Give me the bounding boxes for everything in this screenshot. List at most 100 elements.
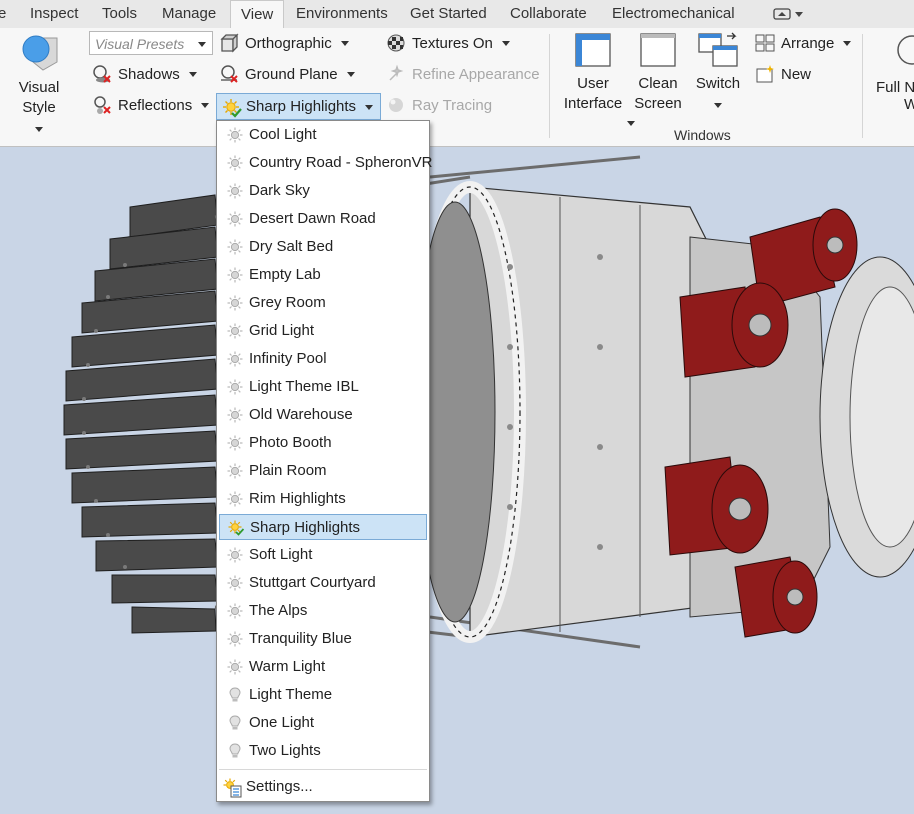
windows-group-label: Windows [674, 127, 731, 143]
menu-item-settings[interactable]: Settings... [219, 774, 427, 800]
sun-icon [227, 267, 243, 283]
chevron-down-icon [714, 103, 722, 108]
refine-appearance-label: Refine Appearance [412, 65, 540, 83]
textures-label: Textures On [412, 34, 493, 52]
menu-item-label: Grey Room [249, 294, 326, 311]
chevron-down-icon [201, 102, 210, 108]
full-navigation-wheel-button[interactable]: Full N W [876, 32, 914, 113]
chevron-down-icon [198, 42, 206, 47]
visual-style-button[interactable]: Visual Style [0, 32, 78, 138]
reflections-icon [94, 96, 111, 114]
user-interface-label-1: User [577, 75, 609, 92]
sun-check-icon [228, 520, 244, 536]
menu-item-label: Plain Room [249, 462, 327, 479]
menu-item-label: Stuttgart Courtyard [249, 574, 376, 591]
tab-tools[interactable]: Tools [102, 0, 137, 28]
menu-item-two-lights[interactable]: Two Lights [219, 738, 427, 764]
settings-icon [223, 778, 242, 798]
sun-icon [227, 547, 243, 563]
orthographic-label: Orthographic [245, 34, 332, 52]
chevron-down-icon [365, 105, 373, 110]
menu-item-label: Soft Light [249, 546, 313, 563]
menu-item-label: Light Theme IBL [249, 378, 359, 395]
clean-screen-label-1: Clean [638, 75, 678, 92]
ribbon-separator [862, 34, 863, 138]
engine-assembly-model [63, 155, 914, 649]
menu-item-plain-room[interactable]: Plain Room [219, 458, 427, 484]
ground-plane-button[interactable]: Ground Plane [219, 64, 355, 84]
ribbon-display-options[interactable] [772, 0, 806, 28]
textures-button[interactable]: Textures On [386, 33, 510, 53]
full-nav-label-1: Full N [876, 79, 914, 96]
chevron-down-icon[interactable] [627, 121, 635, 126]
menu-item-empty-lab[interactable]: Empty Lab [219, 262, 427, 288]
menu-item-old-warehouse[interactable]: Old Warehouse [219, 402, 427, 428]
user-interface-icon [575, 33, 611, 67]
tab-view[interactable]: View [230, 0, 285, 29]
visual-presets-combo[interactable]: Visual Presets [89, 31, 213, 55]
menu-item-label: Dry Salt Bed [249, 238, 334, 255]
tab-get-started[interactable]: Get Started [410, 0, 487, 28]
reflections-button[interactable]: Reflections [92, 95, 210, 115]
new-window-button[interactable]: New [755, 64, 811, 84]
menu-item-label: Tranquility Blue [249, 630, 352, 647]
sun-icon [227, 211, 243, 227]
textures-checker-icon [387, 34, 405, 52]
sun-icon [227, 239, 243, 255]
tab-electromechanical[interactable]: Electromechanical [612, 0, 735, 28]
visual-presets-placeholder: Visual Presets [95, 36, 185, 52]
menu-item-stuttgart-courtyard[interactable]: Stuttgart Courtyard [219, 570, 427, 596]
menu-item-label: One Light [249, 714, 315, 731]
tab-truncated[interactable]: e [0, 0, 6, 28]
menu-item-label: Country Road - SpheronVR [249, 154, 433, 171]
menu-separator [219, 769, 427, 770]
switch-window-button[interactable]: Switch [690, 32, 746, 114]
ribbon-panel: Visual Style Visual Presets Shadows Refl… [0, 28, 914, 147]
orthographic-button[interactable]: Orthographic [219, 33, 349, 53]
menu-item-grey-room[interactable]: Grey Room [219, 290, 427, 316]
menu-item-tranquility-blue[interactable]: Tranquility Blue [219, 626, 427, 652]
menu-item-label: Light Theme [249, 686, 333, 703]
light-bulb-icon [229, 743, 241, 758]
menu-item-the-alps[interactable]: The Alps [219, 598, 427, 624]
menu-item-photo-booth[interactable]: Photo Booth [219, 430, 427, 456]
menu-item-light-theme-ibl[interactable]: Light Theme IBL [219, 374, 427, 400]
sun-icon [227, 295, 243, 311]
lighting-style-dropdown[interactable]: Sharp Highlights [216, 93, 381, 120]
light-bulb-icon [229, 687, 241, 702]
ground-plane-icon [221, 65, 238, 83]
tab-environments[interactable]: Environments [296, 0, 388, 28]
clean-screen-label-2: Screen [634, 95, 682, 112]
sun-icon [227, 323, 243, 339]
sun-icon [227, 127, 243, 143]
menu-item-light-theme[interactable]: Light Theme [219, 682, 427, 708]
tab-manage[interactable]: Manage [162, 0, 216, 28]
ribbon-separator [549, 34, 550, 138]
menu-item-one-light[interactable]: One Light [219, 710, 427, 736]
arrange-button[interactable]: Arrange [755, 33, 852, 53]
shadows-button[interactable]: Shadows [92, 64, 197, 84]
menu-item-sharp-highlights[interactable]: Sharp Highlights [219, 514, 427, 540]
clean-screen-button[interactable]: Clean Screen [630, 32, 686, 114]
tab-collaborate[interactable]: Collaborate [510, 0, 587, 28]
user-interface-button[interactable]: User Interface [560, 32, 626, 114]
menu-item-desert-dawn-road[interactable]: Desert Dawn Road [219, 206, 427, 232]
menu-item-soft-light[interactable]: Soft Light [219, 542, 427, 568]
menu-item-cool-light[interactable]: Cool Light [219, 122, 427, 148]
menu-item-infinity-pool[interactable]: Infinity Pool [219, 346, 427, 372]
menu-item-label: Two Lights [249, 742, 321, 759]
menu-item-label: Warm Light [249, 658, 326, 675]
lighting-style-menu: Cool Light Country Road - SpheronVR Dark S… [216, 120, 432, 802]
3d-viewport[interactable] [0, 147, 914, 814]
sun-icon [227, 575, 243, 591]
menu-item-dark-sky[interactable]: Dark Sky [219, 178, 427, 204]
menu-item-rim-highlights[interactable]: Rim Highlights [219, 486, 427, 512]
menu-item-dry-salt-bed[interactable]: Dry Salt Bed [219, 234, 427, 260]
tab-inspect[interactable]: Inspect [30, 0, 78, 28]
menu-item-warm-light[interactable]: Warm Light [219, 654, 427, 680]
arrange-label: Arrange [781, 34, 835, 52]
menu-item-label: Grid Light [249, 322, 315, 339]
menu-item-grid-light[interactable]: Grid Light [219, 318, 427, 344]
sun-icon [227, 463, 243, 479]
menu-item-country-road-spheronvr[interactable]: Country Road - SpheronVR [219, 150, 432, 176]
